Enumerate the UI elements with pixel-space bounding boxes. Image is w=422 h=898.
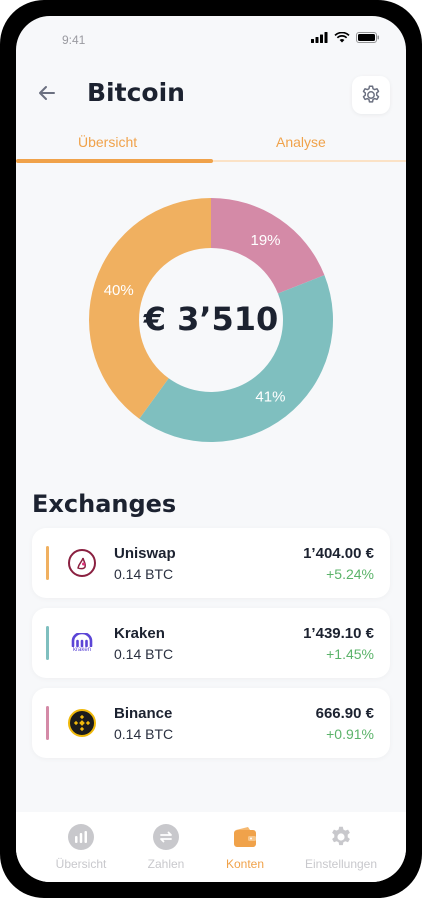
card-accent-bar	[46, 626, 49, 660]
card-accent-bar	[46, 706, 49, 740]
binance-icon	[68, 709, 96, 737]
transfer-icon	[153, 824, 179, 850]
donut-slice-label: 41%	[255, 389, 285, 406]
exchange-amount: 0.14 BTC	[114, 726, 174, 742]
phone-frame: 9:41 Bitcoin Übersicht Analyse 19% 41% 4…	[0, 0, 422, 898]
exchange-change: +0.91%	[326, 726, 374, 742]
exchange-name: Uniswap	[114, 545, 176, 562]
app-screen: 9:41 Bitcoin Übersicht Analyse 19% 41% 4…	[16, 16, 406, 882]
donut-slice-label: 19%	[251, 232, 281, 249]
donut-total: € 3’510	[143, 300, 279, 338]
page-title: Bitcoin	[87, 78, 185, 107]
nav-item-overview[interactable]: Übersicht	[33, 824, 129, 871]
exchange-value: 1’439.10 €	[303, 625, 374, 642]
wallet-icon	[232, 824, 258, 850]
exchange-card-binance[interactable]: Binance 0.14 BTC 666.90 € +0.91%	[32, 688, 390, 758]
bottom-navigation: Übersicht Zahlen Konten Einstellungen	[16, 812, 406, 882]
chart-icon	[68, 824, 94, 850]
kraken-logo-text: kraken	[72, 647, 91, 653]
back-button[interactable]	[36, 82, 58, 104]
tab-analysis[interactable]: Analyse	[276, 134, 326, 150]
exchange-value: 1’404.00 €	[303, 545, 374, 562]
exchange-amount: 0.14 BTC	[114, 646, 174, 662]
exchange-name: Kraken	[114, 625, 165, 642]
nav-label: Einstellungen	[304, 857, 378, 871]
exchange-change: +5.24%	[326, 566, 374, 582]
exchange-amount: 0.14 BTC	[114, 566, 174, 582]
kraken-icon: kraken	[68, 629, 96, 657]
exchange-name: Binance	[114, 705, 173, 722]
tab-active-indicator	[16, 159, 213, 163]
nav-item-konten[interactable]: Konten	[197, 824, 293, 871]
gear-icon	[362, 85, 380, 103]
status-icons	[311, 32, 380, 43]
wifi-icon	[334, 32, 350, 43]
exchanges-title: Exchanges	[32, 490, 177, 518]
signal-icon	[311, 32, 328, 43]
donut-slice-label: 40%	[104, 282, 134, 299]
tab-overview[interactable]: Übersicht	[78, 134, 137, 150]
uniswap-icon	[68, 549, 96, 577]
exchange-change: +1.45%	[326, 646, 374, 662]
exchange-card-uniswap[interactable]: Uniswap 0.14 BTC 1’404.00 € +5.24%	[32, 528, 390, 598]
nav-label: Übersicht	[55, 857, 107, 871]
nav-label: Konten	[225, 857, 265, 871]
battery-icon	[356, 32, 379, 43]
gear-icon	[328, 824, 354, 850]
status-time: 9:41	[62, 33, 86, 47]
nav-item-settings[interactable]: Einstellungen	[293, 824, 389, 871]
exchange-value: 666.90 €	[315, 705, 374, 722]
card-accent-bar	[46, 546, 49, 580]
exchange-card-kraken[interactable]: kraken Kraken 0.14 BTC 1’439.10 € +1.45%	[32, 608, 390, 678]
settings-button[interactable]	[352, 76, 390, 114]
arrow-left-icon	[39, 86, 55, 100]
